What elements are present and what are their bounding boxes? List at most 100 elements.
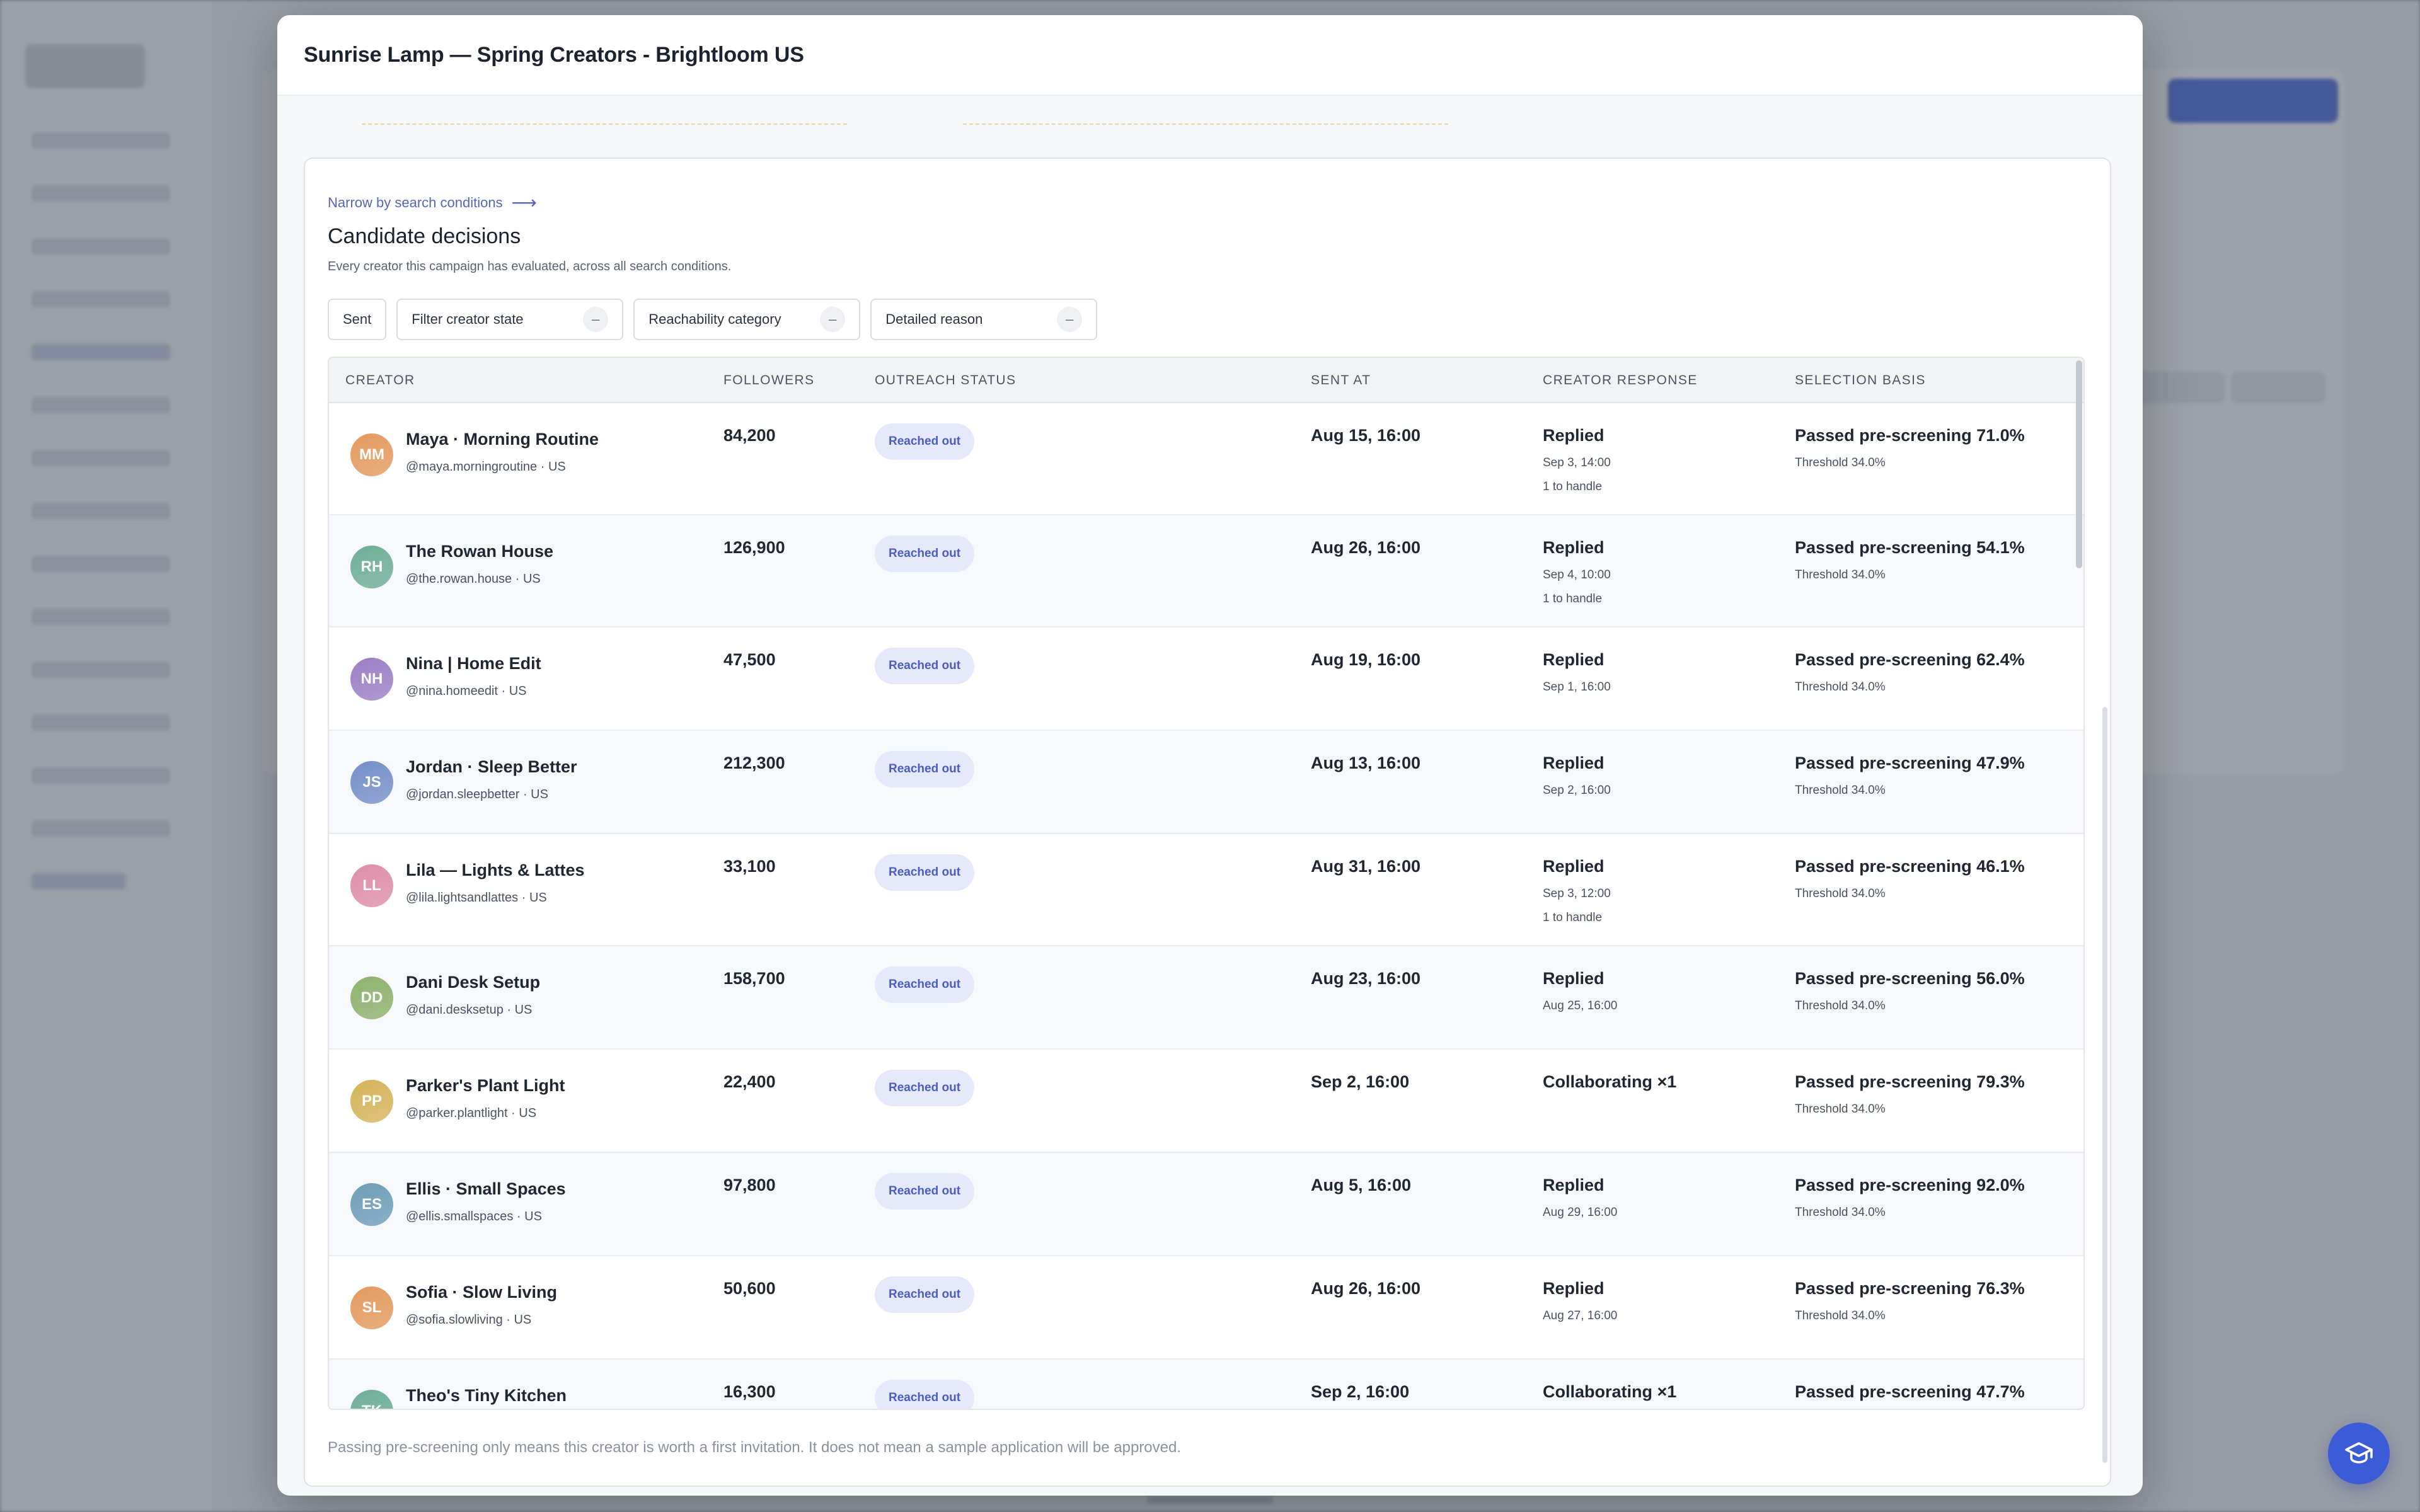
table-row[interactable]: LL Lila — Lights & Lattes @lila.lightsandl…: [329, 834, 2083, 946]
filter-bar: Sent Filter creator state – Reachability…: [328, 299, 1098, 340]
selection-basis: Passed pre-screening 92.0%: [1795, 1176, 2025, 1194]
avatar: LL: [350, 864, 393, 907]
creator-response: Collaborating ×1: [1543, 1382, 1677, 1401]
avatar: NH: [350, 658, 393, 701]
response-date: Aug 29, 16:00: [1543, 1206, 1618, 1219]
panel-scrollbar[interactable]: [2102, 707, 2107, 1463]
outreach-status-badge: Reached out: [875, 536, 975, 572]
table-row[interactable]: JS Jordan · Sleep Better @jordan.sleepbett…: [329, 731, 2083, 834]
outreach-status-badge: Reached out: [875, 423, 975, 460]
follower-count: 50,600: [723, 1279, 776, 1298]
avatar: JS: [350, 761, 393, 804]
creator-name[interactable]: Jordan · Sleep Better: [406, 757, 577, 777]
follower-count: 97,800: [723, 1176, 776, 1194]
clear-icon[interactable]: –: [1057, 307, 1083, 332]
selection-threshold: Threshold 34.0%: [1795, 1102, 1886, 1116]
selection-basis: Passed pre-screening 71.0%: [1795, 426, 2025, 445]
table-scrollbar[interactable]: [2076, 360, 2082, 568]
creator-name[interactable]: Sofia · Slow Living: [406, 1283, 557, 1302]
outreach-status-badge: Reached out: [875, 1070, 975, 1106]
creator-name[interactable]: Nina | Home Edit: [406, 654, 541, 673]
outreach-status-badge: Reached out: [875, 1173, 975, 1210]
detailed-reason-filter-label: Detailed reason: [885, 311, 983, 327]
creator-state-filter[interactable]: Filter creator state –: [396, 299, 624, 340]
response-date: Sep 1, 16:00: [1543, 680, 1611, 694]
panel-subtitle: Every creator this campaign has evaluate…: [328, 260, 732, 273]
selection-threshold: Threshold 34.0%: [1795, 1309, 1886, 1322]
sent-at: Aug 26, 16:00: [1311, 538, 1421, 557]
column-followers[interactable]: Followers: [723, 358, 814, 403]
avatar: MM: [350, 433, 393, 476]
column-creator-response[interactable]: Creator response: [1543, 358, 1698, 403]
avatar: RH: [350, 546, 393, 588]
table-row[interactable]: DD Dani Desk Setup @dani.desksetup · US 158…: [329, 946, 2083, 1050]
creator-state-filter-label: Filter creator state: [412, 311, 524, 327]
table-row[interactable]: ES Ellis · Small Spaces @ellis.smallspaces…: [329, 1153, 2083, 1256]
table-row[interactable]: SL Sofia · Slow Living @sofia.slowliving ·…: [329, 1256, 2083, 1360]
panel-title: Candidate decisions: [328, 224, 521, 248]
creator-response: Replied: [1543, 1176, 1605, 1194]
table-row[interactable]: NH Nina | Home Edit @nina.homeedit · US 47,…: [329, 627, 2083, 731]
narrow-search-link[interactable]: Narrow by search conditions ⟶: [328, 194, 537, 212]
avatar: PP: [350, 1080, 393, 1123]
creator-handle: @sofia.slowliving · US: [406, 1313, 532, 1327]
table-row[interactable]: PP Parker's Plant Light @parker.plantlight…: [329, 1050, 2083, 1153]
response-date: Sep 2, 16:00: [1543, 784, 1611, 797]
table-row[interactable]: RH The Rowan House @the.rowan.house · US 12…: [329, 515, 2083, 627]
clear-icon[interactable]: –: [583, 307, 609, 332]
sent-at: Aug 31, 16:00: [1311, 857, 1421, 876]
creator-name[interactable]: Parker's Plant Light: [406, 1076, 565, 1096]
creator-response: Replied: [1543, 426, 1605, 445]
column-sent-at[interactable]: Sent at: [1311, 358, 1371, 403]
outreach-status-badge: Reached out: [875, 854, 975, 891]
help-button[interactable]: [2328, 1423, 2390, 1484]
column-outreach-status[interactable]: Outreach status: [875, 358, 1016, 403]
creator-handle: @maya.morningroutine · US: [406, 460, 566, 474]
creator-handle: @nina.homeedit · US: [406, 684, 527, 698]
creator-response: Replied: [1543, 857, 1605, 876]
detailed-reason-filter[interactable]: Detailed reason –: [870, 299, 1098, 340]
follower-count: 16,300: [723, 1382, 776, 1401]
narrow-search-label: Narrow by search conditions: [328, 195, 503, 210]
avatar: DD: [350, 976, 393, 1019]
follower-count: 33,100: [723, 857, 776, 876]
creator-name[interactable]: Maya · Morning Routine: [406, 430, 599, 449]
outreach-status-badge: Reached out: [875, 751, 975, 788]
creator-handle: @parker.plantlight · US: [406, 1106, 537, 1120]
follower-count: 126,900: [723, 538, 785, 557]
creator-name[interactable]: Theo's Tiny Kitchen: [406, 1386, 567, 1406]
outreach-status-badge: Reached out: [875, 1276, 975, 1313]
creator-name[interactable]: Ellis · Small Spaces: [406, 1179, 566, 1199]
reachability-filter[interactable]: Reachability category –: [633, 299, 861, 340]
selection-basis: Passed pre-screening 56.0%: [1795, 969, 2025, 988]
follower-count: 84,200: [723, 426, 776, 445]
creator-handle: @the.rowan.house · US: [406, 572, 541, 586]
creator-name[interactable]: Dani Desk Setup: [406, 973, 540, 992]
arrow-right-icon: ⟶: [511, 193, 537, 212]
column-creator[interactable]: Creator: [345, 358, 415, 403]
selection-threshold: Threshold 34.0%: [1795, 784, 1886, 797]
response-extra: 1 to handle: [1543, 592, 1603, 605]
table-row[interactable]: TK Theo's Tiny Kitchen 16,300 Reached out Se…: [329, 1360, 2083, 1409]
selection-threshold: Threshold 34.0%: [1795, 680, 1886, 694]
selection-basis: Passed pre-screening 46.1%: [1795, 857, 2025, 876]
selection-threshold: Threshold 34.0%: [1795, 887, 1886, 900]
table-row[interactable]: MM Maya · Morning Routine @maya.morningrou…: [329, 403, 2083, 515]
modal-header: Sunrise Lamp — Spring Creators - Brightl…: [277, 15, 2143, 96]
creator-name[interactable]: Lila — Lights & Lattes: [406, 861, 585, 880]
response-date: Sep 4, 10:00: [1543, 568, 1611, 581]
clear-icon[interactable]: –: [820, 307, 846, 332]
selection-threshold: Threshold 34.0%: [1795, 1206, 1886, 1219]
candidate-table: Creator Followers Outreach status Sent a…: [328, 357, 2085, 1410]
creator-name[interactable]: The Rowan House: [406, 542, 553, 561]
avatar: TK: [350, 1390, 393, 1409]
sent-filter[interactable]: Sent: [328, 299, 387, 340]
creator-response: Replied: [1543, 969, 1605, 988]
sent-at: Sep 2, 16:00: [1311, 1072, 1410, 1091]
outreach-status-badge: Reached out: [875, 648, 975, 684]
creator-response: Replied: [1543, 753, 1605, 772]
dashed-divider: [963, 123, 1448, 126]
selection-basis: Passed pre-screening 76.3%: [1795, 1279, 2025, 1298]
column-selection-basis[interactable]: Selection basis: [1795, 358, 1926, 403]
avatar: ES: [350, 1183, 393, 1226]
